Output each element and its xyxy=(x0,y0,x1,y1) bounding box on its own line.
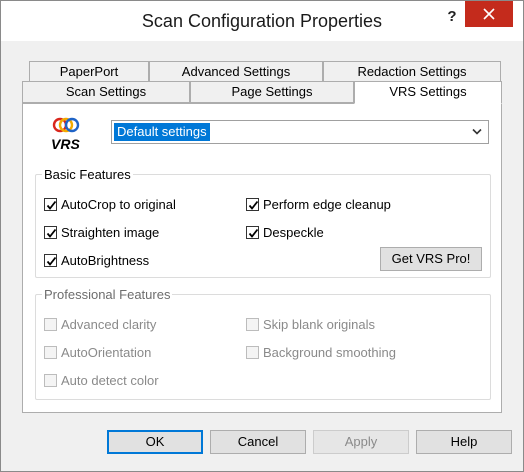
checkbox-box xyxy=(246,345,259,359)
checkbox-box xyxy=(44,345,57,359)
advanced-clarity-label: Advanced clarity xyxy=(61,316,157,332)
basic-features-title: Basic Features xyxy=(42,167,133,182)
help-button[interactable]: Help xyxy=(416,430,512,454)
chevron-down-icon xyxy=(472,128,482,135)
autoorientation-label: AutoOrientation xyxy=(61,344,152,360)
checkbox-box xyxy=(44,225,57,239)
tab-page-settings[interactable]: Page Settings xyxy=(190,81,354,103)
skip-blank-checkbox[interactable]: Skip blank originals xyxy=(246,315,375,333)
apply-button[interactable]: Apply xyxy=(313,430,409,454)
help-title-button[interactable]: ? xyxy=(441,5,463,29)
despeckle-label: Despeckle xyxy=(263,224,324,240)
checkbox-box xyxy=(246,197,259,211)
checkbox-box xyxy=(44,197,57,211)
tab-paperport[interactable]: PaperPort xyxy=(29,61,149,83)
auto-detect-color-label: Auto detect color xyxy=(61,372,159,388)
straighten-checkbox[interactable]: Straighten image xyxy=(44,223,159,241)
check-mark-icon xyxy=(248,200,259,210)
ok-button[interactable]: OK xyxy=(107,430,203,454)
skip-blank-label: Skip blank originals xyxy=(263,316,376,332)
vrs-settings-panel: VRS Default settings Basic Features Auto… xyxy=(22,103,502,413)
autobrightness-checkbox[interactable]: AutoBrightness xyxy=(44,251,149,269)
edge-cleanup-label: Perform edge cleanup xyxy=(263,196,391,212)
tab-vrs-settings[interactable]: VRS Settings xyxy=(354,81,502,104)
checkbox-box xyxy=(44,317,57,331)
dialog-window: Scan Configuration Properties ? PaperPor… xyxy=(0,0,524,472)
vrs-logo-text: VRS xyxy=(51,136,80,152)
checkbox-box xyxy=(246,317,259,331)
vrs-logo: VRS xyxy=(49,116,85,152)
basic-features-group: Basic Features AutoCrop to original Perf… xyxy=(35,167,491,278)
autocrop-label: AutoCrop to original xyxy=(61,196,176,212)
tab-scan-settings[interactable]: Scan Settings xyxy=(22,81,190,103)
cancel-button[interactable]: Cancel xyxy=(210,430,306,454)
advanced-clarity-checkbox[interactable]: Advanced clarity xyxy=(44,315,156,333)
checkbox-box xyxy=(246,225,259,239)
close-icon xyxy=(483,8,495,20)
title-bar: Scan Configuration Properties ? xyxy=(1,1,523,41)
autocrop-checkbox[interactable]: AutoCrop to original xyxy=(44,195,176,213)
tab-advanced-settings[interactable]: Advanced Settings xyxy=(149,61,323,83)
professional-features-group: Professional Features Advanced clarity S… xyxy=(35,287,491,400)
background-smoothing-checkbox[interactable]: Background smoothing xyxy=(246,343,396,361)
close-button[interactable] xyxy=(465,1,513,27)
edge-cleanup-checkbox[interactable]: Perform edge cleanup xyxy=(246,195,391,213)
straighten-label: Straighten image xyxy=(61,224,160,240)
background-smoothing-label: Background smoothing xyxy=(263,344,396,360)
check-mark-icon xyxy=(248,228,259,238)
checkbox-box xyxy=(44,253,57,267)
vrs-rings-icon xyxy=(52,117,80,133)
professional-features-title: Professional Features xyxy=(42,287,173,302)
despeckle-checkbox[interactable]: Despeckle xyxy=(246,223,324,241)
auto-detect-color-checkbox[interactable]: Auto detect color xyxy=(44,371,159,389)
get-vrs-pro-button[interactable]: Get VRS Pro! xyxy=(380,247,482,271)
check-mark-icon xyxy=(46,200,57,210)
vrs-preset-value: Default settings xyxy=(114,123,210,141)
autobrightness-label: AutoBrightness xyxy=(61,252,150,268)
vrs-preset-dropdown[interactable]: Default settings xyxy=(111,120,489,144)
tab-redaction-settings[interactable]: Redaction Settings xyxy=(323,61,501,83)
check-mark-icon xyxy=(46,256,57,266)
check-mark-icon xyxy=(46,228,57,238)
autoorientation-checkbox[interactable]: AutoOrientation xyxy=(44,343,151,361)
checkbox-box xyxy=(44,373,57,387)
